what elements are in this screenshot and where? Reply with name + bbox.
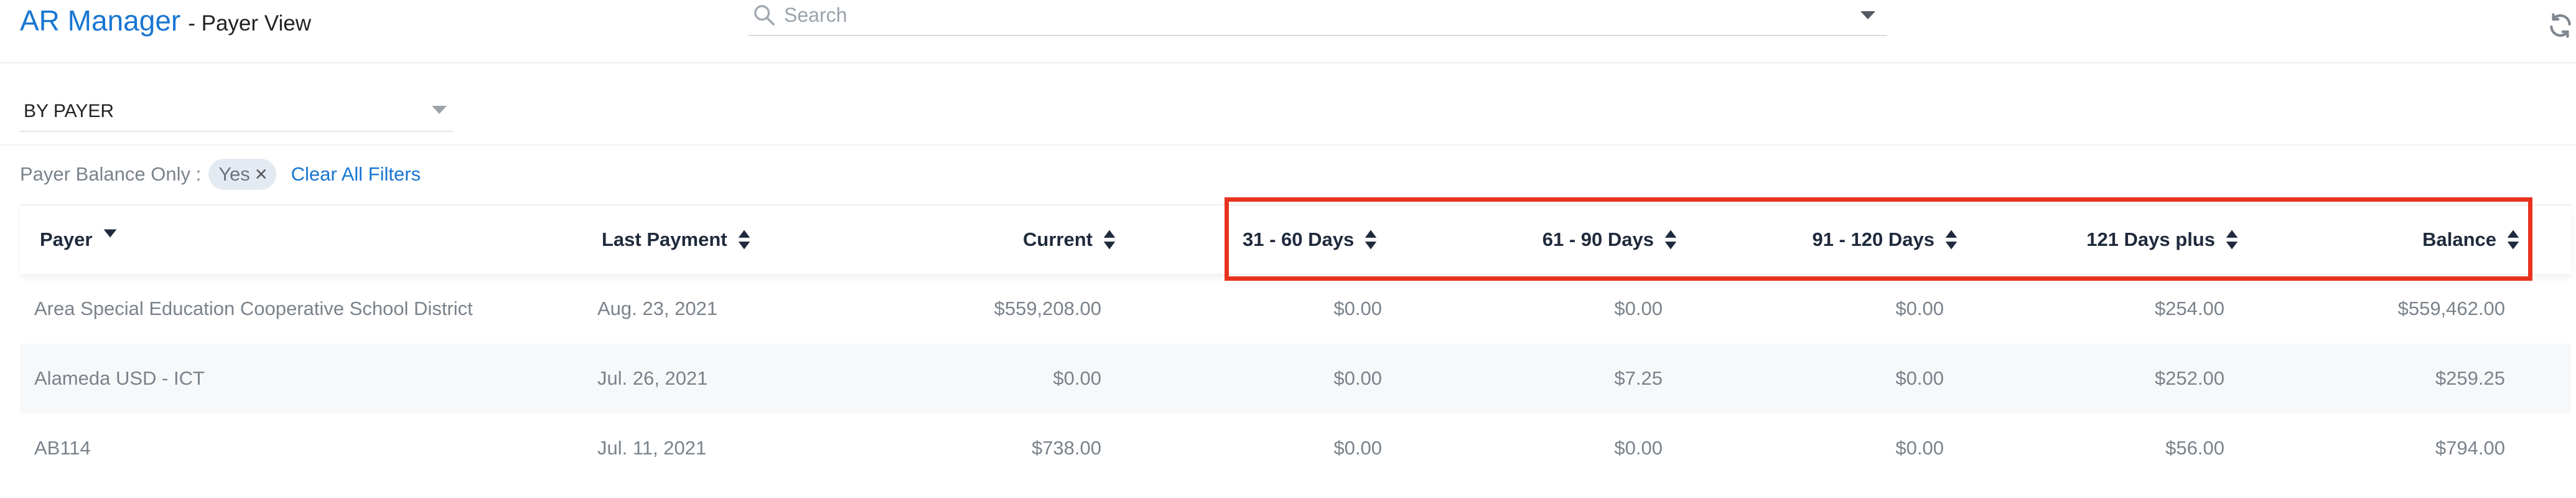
table-header: Payer Last Payment Current 31 - 60 Days … bbox=[20, 204, 2571, 274]
chevron-down-icon bbox=[432, 106, 447, 114]
payer-table: Payer Last Payment Current 31 - 60 Days … bbox=[20, 204, 2571, 483]
cell-31-60-days: $0.00 bbox=[1333, 367, 1382, 389]
search-icon bbox=[754, 5, 775, 26]
cell-121-days-plus: $254.00 bbox=[2154, 298, 2224, 319]
active-filters: Payer Balance Only : Yes × Clear All Fil… bbox=[20, 157, 421, 192]
cell-balance: $259.25 bbox=[2435, 367, 2505, 389]
cell-61-90-days: $7.25 bbox=[1614, 367, 1663, 389]
clear-all-filters-link[interactable]: Clear All Filters bbox=[291, 163, 421, 186]
cell-current: $559,208.00 bbox=[994, 298, 1101, 319]
column-header-current[interactable]: Current bbox=[767, 205, 1116, 274]
column-label: Last Payment bbox=[602, 228, 727, 250]
cell-last-payment: Jul. 11, 2021 bbox=[597, 437, 707, 459]
cell-balance: $794.00 bbox=[2435, 437, 2505, 459]
app-title: AR Manager - Payer View bbox=[20, 4, 311, 37]
cell-91-120-days: $0.00 bbox=[1895, 367, 1944, 389]
refresh-icon[interactable] bbox=[2545, 10, 2576, 41]
sort-icon bbox=[2507, 230, 2519, 250]
column-label: Balance bbox=[2422, 228, 2496, 250]
cell-61-90-days: $0.00 bbox=[1614, 437, 1663, 459]
cell-current: $738.00 bbox=[1031, 437, 1101, 459]
column-header-payer[interactable]: Payer bbox=[40, 205, 118, 274]
column-label: Current bbox=[1023, 228, 1093, 250]
sort-desc-icon bbox=[104, 229, 117, 238]
search-dropdown-caret-icon[interactable] bbox=[1860, 11, 1875, 19]
close-icon[interactable]: × bbox=[255, 164, 268, 185]
cell-last-payment: Jul. 26, 2021 bbox=[597, 367, 708, 389]
table-row[interactable]: AB114 Jul. 11, 2021 $738.00 $0.00 $0.00 … bbox=[20, 413, 2571, 483]
cell-61-90-days: $0.00 bbox=[1614, 298, 1663, 319]
filter-chip-value: Yes bbox=[218, 163, 250, 185]
column-label: Payer bbox=[40, 228, 93, 250]
cell-payer: Area Special Education Cooperative Schoo… bbox=[34, 298, 473, 319]
cell-current: $0.00 bbox=[1053, 367, 1101, 389]
filter-label: Payer Balance Only : bbox=[20, 163, 202, 185]
ar-manager-page: AR Manager - Payer View BY PAYER Payer B… bbox=[0, 0, 2576, 498]
cell-31-60-days: $0.00 bbox=[1333, 298, 1382, 319]
cell-balance: $559,462.00 bbox=[2397, 298, 2505, 319]
top-header: AR Manager - Payer View bbox=[0, 0, 2576, 63]
search-input[interactable] bbox=[783, 0, 1831, 30]
column-header-last-payment[interactable]: Last Payment bbox=[602, 205, 751, 274]
cell-payer: AB114 bbox=[34, 437, 91, 459]
sort-icon bbox=[1103, 230, 1116, 250]
app-name: AR Manager bbox=[20, 4, 181, 37]
group-by-value: BY PAYER bbox=[24, 101, 114, 121]
cell-91-120-days: $0.00 bbox=[1895, 437, 1944, 459]
search-box[interactable] bbox=[748, 0, 1887, 36]
cell-payer: Alameda USD - ICT bbox=[34, 367, 205, 389]
cell-121-days-plus: $252.00 bbox=[2154, 367, 2224, 389]
table-row[interactable]: Alameda USD - ICT Jul. 26, 2021 $0.00 $0… bbox=[20, 344, 2571, 413]
filter-chip[interactable]: Yes × bbox=[208, 159, 276, 190]
cell-91-120-days: $0.00 bbox=[1895, 298, 1944, 319]
section-divider bbox=[0, 144, 2576, 146]
column-header-balance[interactable]: Balance bbox=[2167, 205, 2520, 274]
sort-icon bbox=[738, 230, 750, 250]
cell-last-payment: Aug. 23, 2021 bbox=[597, 298, 718, 319]
table-row[interactable]: Area Special Education Cooperative Schoo… bbox=[20, 274, 2571, 344]
app-subtitle: - Payer View bbox=[188, 11, 311, 35]
cell-31-60-days: $0.00 bbox=[1333, 437, 1382, 459]
group-by-select[interactable]: BY PAYER bbox=[20, 92, 453, 132]
cell-121-days-plus: $56.00 bbox=[2165, 437, 2224, 459]
